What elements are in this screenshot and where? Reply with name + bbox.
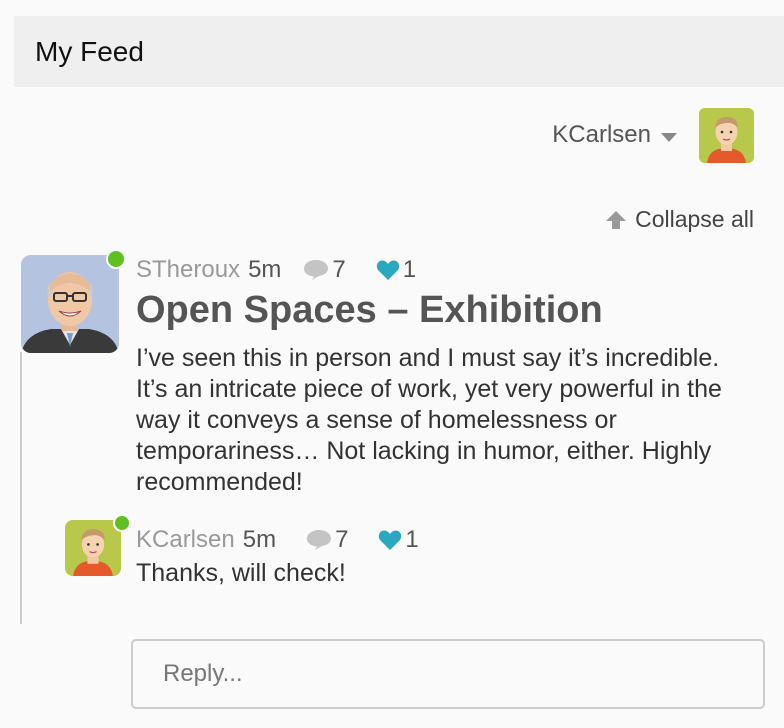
- comment-count: 7: [335, 526, 349, 553]
- user-avatar[interactable]: [699, 107, 754, 163]
- post-author[interactable]: STheroux: [136, 256, 240, 284]
- reply-author[interactable]: KCarlsen: [136, 526, 235, 554]
- post-meta: STheroux 5m 7 1: [136, 256, 416, 284]
- user-menu[interactable]: KCarlsen: [552, 106, 754, 164]
- collapse-all-button[interactable]: Collapse all: [605, 206, 754, 233]
- online-status-indicator: [113, 514, 131, 532]
- reply-author-avatar[interactable]: [65, 520, 121, 576]
- chevron-down-icon[interactable]: [661, 132, 677, 142]
- reply-like-button[interactable]: 1: [378, 526, 419, 554]
- reply-text: Thanks, will check!: [136, 559, 346, 587]
- comment-count: 7: [332, 256, 346, 283]
- like-count: 1: [402, 256, 417, 283]
- reply-input[interactable]: [131, 639, 765, 709]
- heart-icon: [376, 260, 399, 280]
- feed-header: My Feed: [14, 16, 784, 87]
- reply-time: 5m: [242, 526, 277, 553]
- current-username[interactable]: KCarlsen: [552, 121, 651, 149]
- thread-line: [20, 352, 22, 624]
- page-title: My Feed: [35, 36, 144, 67]
- post-body: I’ve seen this in person and I must say …: [136, 344, 722, 496]
- comment-icon: [304, 260, 329, 280]
- collapse-all-label: Collapse all: [635, 206, 754, 232]
- comment-icon: [307, 530, 332, 550]
- post-title[interactable]: Open Spaces – Exhibition: [136, 289, 603, 332]
- reply-meta: KCarlsen 5m 7 1: [136, 526, 419, 554]
- online-status-indicator: [106, 249, 126, 269]
- like-count: 1: [405, 526, 419, 553]
- post-like-button[interactable]: 1: [376, 256, 416, 284]
- post-comment-button[interactable]: 7: [303, 256, 346, 284]
- post-author-avatar[interactable]: [21, 255, 119, 353]
- arrow-up-icon: [606, 210, 627, 229]
- reply-comment-button[interactable]: 7: [306, 526, 348, 554]
- post-time: 5m: [248, 256, 282, 283]
- heart-icon: [379, 530, 402, 550]
